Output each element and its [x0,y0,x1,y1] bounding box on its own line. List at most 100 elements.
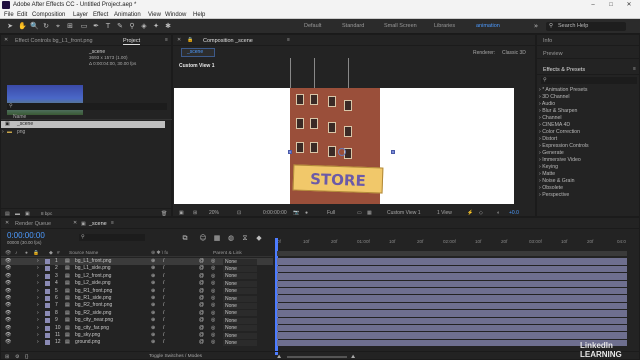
effects-category[interactable]: › Channel [537,115,640,122]
roto-tool-icon[interactable]: ✦ [152,22,160,30]
parent-icon[interactable]: ◎ [211,273,215,280]
toggle-switches-modes[interactable]: Toggle Switches / Modes [149,354,202,359]
panel-menu-icon[interactable]: ≡ [111,220,114,226]
parent-dropdown[interactable]: None [223,258,257,265]
layer-duration-bar[interactable] [277,288,627,295]
quality-switch-icon[interactable]: / [163,302,164,309]
layer-row[interactable]: 👁 › 12 ▤ ground.png ⊕ / @ ◎ None [1,339,273,346]
project-item-png-folder[interactable]: › ▬ png [1,129,165,136]
number-column[interactable]: # [57,251,60,256]
label-color-swatch[interactable] [45,273,50,279]
minimize-button[interactable]: – [584,0,602,10]
menu-composition[interactable]: Composition [32,12,65,18]
effects-category[interactable]: › Obsolete [537,185,640,192]
camera-tool-icon[interactable]: ⌖ [54,22,62,30]
parent-dropdown[interactable]: None [223,265,257,272]
anchor-point-icon[interactable] [338,148,346,156]
timeline-search-input[interactable]: ⚲ [79,234,145,241]
hand-tool-icon[interactable]: ✋ [18,22,27,30]
quality-switch-icon[interactable]: / [163,265,164,272]
tab-composition[interactable]: Composition _scene [203,38,253,44]
tab-project[interactable]: Project [123,38,141,45]
layer-row[interactable]: 👁 › 4 ▤ bg_L2_side.png ⊕ / @ ◎ None [1,280,273,287]
layer-name[interactable]: bg_sky.png [75,332,100,339]
toggle-mask-icon[interactable]: ⊡ [237,210,241,216]
time-ruler[interactable]: 0f 10f 20f 01:00f 10f 20f 02:00f 10f 20f… [277,237,633,251]
comp-timecode[interactable]: 0:00:00:00 [263,210,287,216]
zoom-dropdown[interactable]: 20% [209,210,219,216]
shy-switch-icon[interactable]: ⊕ [151,317,155,324]
effects-category[interactable]: › Matte [537,171,640,178]
motion-blur-icon[interactable]: ◍ [227,234,235,242]
rectangle-tool-icon[interactable]: ▭ [80,22,88,30]
in-out-icon[interactable]: {} [25,354,28,360]
label-color-swatch[interactable] [45,318,50,324]
shy-switch-icon[interactable]: ⊕ [151,258,155,265]
rotate-tool-icon[interactable]: ↻ [42,22,50,30]
layer-row[interactable]: 👁 › 2 ▤ bg_L1_side.png ⊕ / @ ◎ None [1,265,273,272]
lock-icon[interactable]: 🔒 [33,251,39,256]
label-color-swatch[interactable] [45,266,50,272]
panel-menu-icon[interactable]: ≡ [165,37,168,43]
layer-duration-bar[interactable] [277,339,627,347]
eye-icon[interactable]: 👁 [5,273,11,280]
parent-icon[interactable]: ◎ [211,295,215,302]
effects-category[interactable]: › Perspective [537,192,640,199]
pickwhip-icon[interactable]: @ [199,265,204,272]
parent-dropdown[interactable]: None [223,317,257,324]
label-color-swatch[interactable] [45,259,50,264]
quality-switch-icon[interactable]: / [163,273,164,280]
layer-name[interactable]: bg_L1_side.png [75,265,111,272]
effects-category[interactable]: › Generate [537,150,640,157]
project-search-input[interactable]: ⚲ [7,103,167,110]
zoom-tool-icon[interactable]: 🔍 [30,22,39,30]
zoom-slider[interactable] [287,356,347,358]
menu-layer[interactable]: Layer [73,12,88,18]
workspace-small-screen[interactable]: Small Screen [384,23,417,29]
eye-icon[interactable]: 👁 [5,280,11,287]
3d-view-icon[interactable]: ◇ [479,210,483,216]
parent-icon[interactable]: ◎ [211,302,215,309]
graph-editor-icon[interactable]: ⧖ [241,234,249,242]
pickwhip-icon[interactable]: @ [199,258,204,265]
layer-row[interactable]: 👁 › 3 ▤ bg_L2_front.png ⊕ / @ ◎ None [1,273,273,280]
layer-duration-bar[interactable] [277,325,627,332]
switches-icon[interactable]: ⊕ ✱ \ fx [151,251,168,256]
camera-icon[interactable]: 📷 [293,210,299,216]
layer-name[interactable]: bg_R1_side.png [75,295,111,302]
pickwhip-icon[interactable]: @ [199,280,204,287]
parent-dropdown[interactable]: None [223,288,257,295]
layer-duration-bar[interactable] [277,295,627,302]
menu-help[interactable]: Help [193,12,205,18]
parent-dropdown[interactable]: None [223,325,257,332]
chevron-right-icon[interactable]: › [37,310,39,317]
pan-behind-tool-icon[interactable]: ⊞ [66,22,74,30]
column-name[interactable]: Name [13,114,26,120]
eraser-tool-icon[interactable]: ◈ [140,22,148,30]
tab-render-queue[interactable]: Render Queue [15,221,51,227]
layer-row[interactable]: 👁 › 10 ▤ bg_city_far.png ⊕ / @ ◎ None [1,325,273,332]
quality-switch-icon[interactable]: / [163,288,164,295]
workspace-animation[interactable]: animation [476,23,500,29]
chevron-right-icon[interactable]: › [37,288,39,295]
layer-duration-bar[interactable] [277,265,627,273]
parent-dropdown[interactable]: None [223,273,257,280]
layer-name[interactable]: bg_L1_front.png [75,258,111,265]
label-color-swatch[interactable] [45,296,50,301]
zoom-out-icon[interactable]: ⛰ [277,354,281,360]
pickwhip-icon[interactable]: @ [199,339,204,346]
pickwhip-icon[interactable]: @ [199,317,204,324]
view-dropdown[interactable]: Custom View 1 [387,210,421,216]
label-color-swatch[interactable] [45,310,50,316]
pickwhip-icon[interactable]: @ [199,310,204,317]
clone-tool-icon[interactable]: ⚲ [128,22,136,30]
quality-switch-icon[interactable]: / [163,258,164,265]
chevron-right-icon[interactable]: › [37,339,39,346]
label-icon[interactable]: ◆ [49,251,53,256]
layer-name[interactable]: bg_city_far.png [75,325,109,332]
effects-search-input[interactable]: ⚲ [541,77,637,84]
layer-row[interactable]: 👁 › 5 ▤ bg_R1_front.png ⊕ / @ ◎ None [1,288,273,295]
parent-dropdown[interactable]: None [223,280,257,287]
layer-duration-bar[interactable] [277,317,627,324]
layer-switches-icon[interactable]: ⚙ [15,354,19,360]
